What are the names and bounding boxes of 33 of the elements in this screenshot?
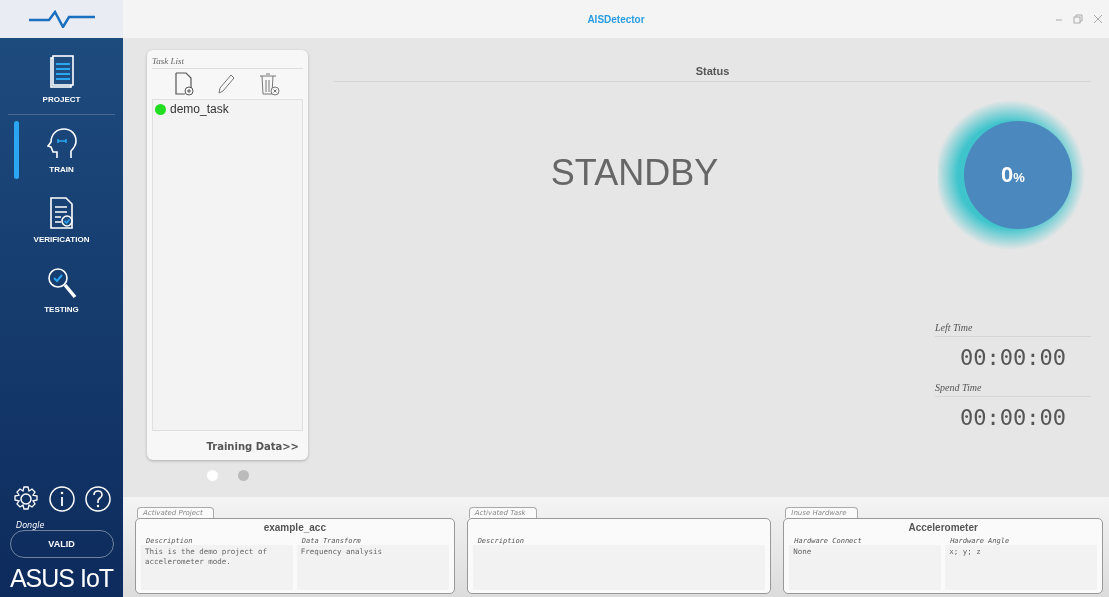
info-icon[interactable] — [47, 485, 76, 513]
progress-percent: 0% — [1001, 162, 1025, 188]
page-dot[interactable] — [206, 470, 218, 481]
panel-name: example_acc — [263, 522, 326, 535]
head-icon — [46, 126, 77, 159]
document-stack-icon — [49, 54, 74, 89]
checklist-document-icon — [49, 196, 74, 229]
page-dot[interactable] — [237, 470, 249, 481]
task-item[interactable]: demo_task — [170, 102, 229, 116]
nav-item[interactable]: VERIFICATION — [8, 185, 115, 255]
pulse-logo-icon — [28, 10, 95, 28]
timer-value: 00:00:00 — [960, 345, 1066, 370]
trash-icon[interactable] — [258, 72, 281, 96]
timer-value: 00:00:00 — [960, 405, 1066, 430]
help-icon[interactable] — [83, 485, 112, 513]
card-title: Task List — [152, 56, 303, 69]
training-data-link[interactable]: Training Data>> — [206, 441, 299, 452]
timer-label: Left Time — [935, 322, 1091, 337]
brand-logo: ASUS IoT — [9, 564, 114, 593]
timer-label: Spend Time — [935, 382, 1091, 397]
magnifier-check-icon — [46, 266, 77, 299]
status-title: Status — [695, 65, 730, 77]
panel-name: Accelerometer — [908, 522, 978, 535]
nav-item[interactable]: PROJECT — [8, 44, 115, 115]
nav-item[interactable]: TESTING — [8, 255, 115, 325]
add-file-icon[interactable] — [174, 72, 195, 96]
window-title: AISDetector — [587, 13, 645, 25]
settings-icon[interactable] — [11, 485, 40, 513]
nav-item[interactable]: TRAIN — [8, 115, 115, 185]
status-text: STANDBY — [550, 152, 719, 195]
pencil-icon[interactable] — [216, 72, 237, 96]
dongle-label: Dongle — [16, 521, 45, 530]
close-icon[interactable] — [1093, 14, 1103, 24]
